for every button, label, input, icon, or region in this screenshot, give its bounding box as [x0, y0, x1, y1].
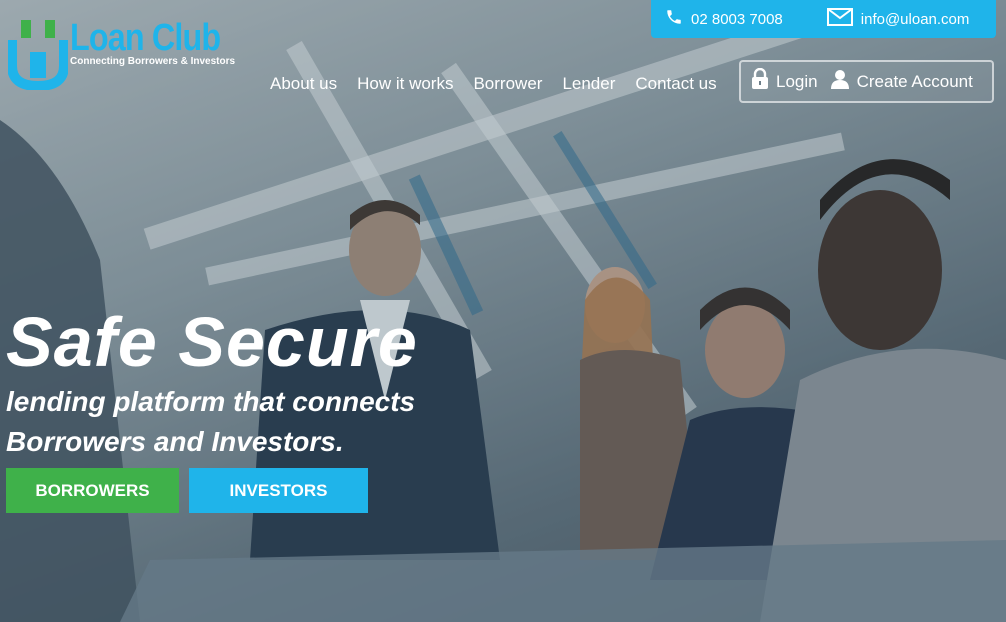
investors-button[interactable]: INVESTORS — [189, 468, 368, 513]
login-label: Login — [776, 71, 818, 91]
nav-how-it-works[interactable]: How it works — [357, 74, 453, 94]
phone-contact[interactable]: 02 8003 7008 — [665, 8, 783, 30]
hero-subline-1: lending platform that connects — [6, 386, 416, 417]
lock-icon — [751, 67, 769, 95]
phone-icon — [665, 8, 683, 30]
borrowers-button[interactable]: BORROWERS — [6, 468, 179, 513]
nav-borrower[interactable]: Borrower — [473, 74, 542, 94]
hero-headline: Safe Secure — [6, 303, 418, 381]
user-icon — [830, 69, 850, 94]
create-account-button[interactable]: Create Account — [830, 69, 973, 94]
nav-about-us[interactable]: About us — [270, 74, 337, 94]
nav-lender[interactable]: Lender — [562, 74, 615, 94]
login-button[interactable]: Login — [751, 67, 818, 95]
hero-subheadline: lending platform that connects Borrowers… — [6, 382, 415, 462]
hero-subline-2: Borrowers and Investors. — [6, 426, 344, 457]
envelope-icon — [826, 8, 853, 30]
contact-bar: 02 8003 7008 info@uloan.com — [651, 0, 996, 38]
email-address: info@uloan.com — [860, 10, 970, 28]
phone-number: 02 8003 7008 — [691, 10, 783, 28]
logo-brand: Loan Club — [70, 17, 221, 59]
auth-box: Login Create Account — [739, 60, 994, 103]
site-logo[interactable]: Loan Club Connecting Borrowers & Investo… — [7, 17, 247, 92]
create-account-label: Create Account — [856, 71, 973, 91]
email-contact[interactable]: info@uloan.com — [826, 8, 970, 30]
logo-u-icon — [7, 18, 69, 92]
main-nav: About us How it works Borrower Lender Co… — [270, 74, 737, 94]
nav-contact-us[interactable]: Contact us — [635, 74, 716, 94]
